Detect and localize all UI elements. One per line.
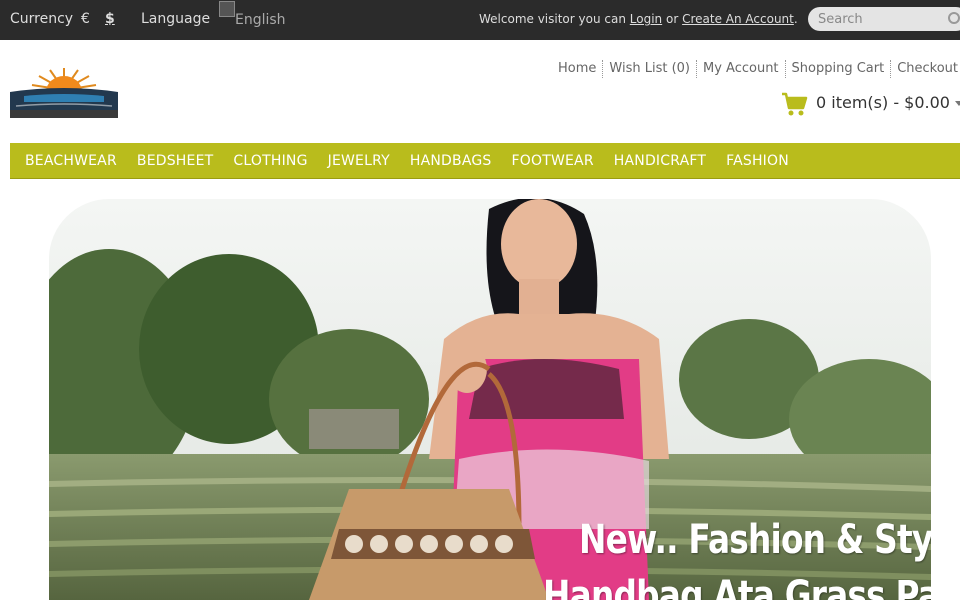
nav-item-footwear[interactable]: FOOTWEAR [502,143,604,179]
search-input[interactable] [818,10,938,28]
search-icon[interactable] [948,12,960,24]
login-link[interactable]: Login [630,12,662,26]
banner-caption: New.. Fashion & Style [579,517,931,563]
shopping-cart-link[interactable]: Shopping Cart [784,60,891,78]
nav-item-clothing[interactable]: CLOTHING [223,143,317,179]
currency-dollar-button[interactable]: $ [105,11,115,27]
cart-total-text: 0 item(s) - $0.00 [816,93,950,112]
language-label: Language [141,11,211,27]
nav-item-fashion[interactable]: FASHION [716,143,799,179]
hero-banner[interactable]: New.. Fashion & Style Handbag Ata Grass … [49,199,931,600]
wish-list-link[interactable]: Wish List (0) [602,60,696,78]
top-bar: Currency € $ Language English Welcome vi… [0,0,960,40]
nav-item-handbags[interactable]: HANDBAGS [400,143,502,179]
nav-item-bedsheet[interactable]: BEDSHEET [127,143,224,179]
header-links: Home Wish List (0) My Account Shopping C… [552,60,960,78]
chevron-down-icon [955,101,960,106]
site-logo[interactable] [10,66,118,118]
home-link[interactable]: Home [552,60,602,78]
banner-subcaption: Handbag Ata Grass Pattern [543,573,931,600]
create-account-link[interactable]: Create An Account [682,12,794,26]
period-text: . [793,12,798,26]
welcome-message: Welcome visitor you can Login or Create … [479,12,798,26]
nav-item-handicraft[interactable]: HANDICRAFT [604,143,716,179]
welcome-prefix: Welcome visitor you can [479,12,626,26]
currency-euro-button[interactable]: € [81,11,90,27]
search-box[interactable] [808,7,960,31]
or-text: or [665,12,679,26]
broken-image-icon[interactable] [219,1,235,17]
currency-label: Currency [10,11,74,27]
main-navigation: BEACHWEAR BEDSHEET CLOTHING JEWELRY HAND… [10,143,960,179]
sunset-logo-icon [10,68,118,118]
nav-item-jewelry[interactable]: JEWELRY [318,143,400,179]
language-english-button[interactable]: English [235,12,286,28]
shopping-cart-icon [782,92,808,116]
checkout-link[interactable]: Checkout [890,60,960,78]
my-account-link[interactable]: My Account [696,60,785,78]
nav-item-beachwear[interactable]: BEACHWEAR [15,143,127,179]
